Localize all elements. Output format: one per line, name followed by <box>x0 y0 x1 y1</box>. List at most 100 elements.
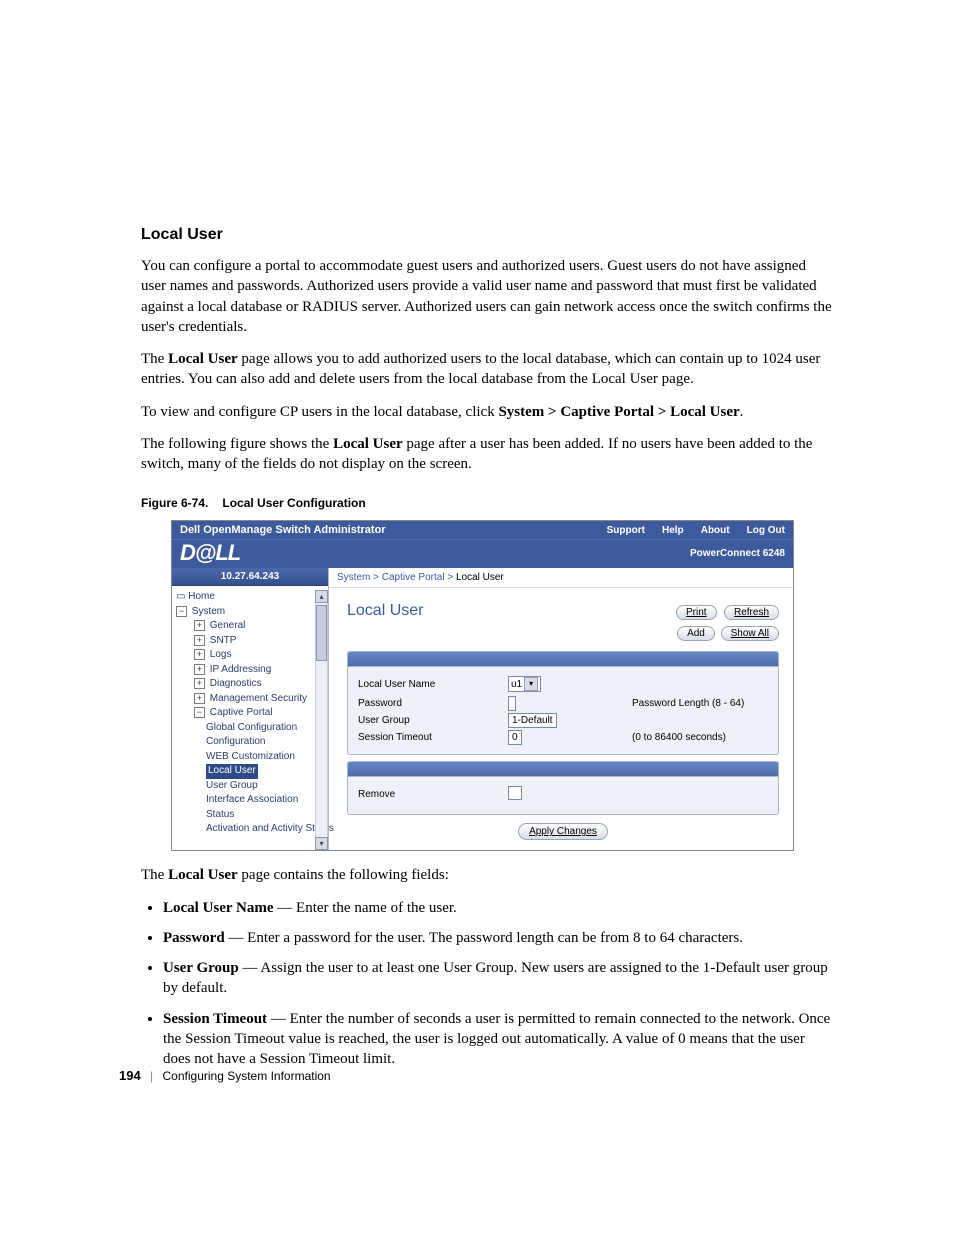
nav-cp-global[interactable]: Global Configuration <box>176 721 328 736</box>
scroll-down-icon[interactable]: ▾ <box>315 837 328 850</box>
remove-checkbox[interactable] <box>508 786 522 800</box>
section-heading: Local User <box>141 226 834 244</box>
figure-title: Local User Configuration <box>222 496 365 510</box>
paragraph-intro: You can configure a portal to accommodat… <box>141 256 834 337</box>
session-timeout-input[interactable]: 0 <box>508 730 522 745</box>
nav-cp-status-label: Status <box>206 809 234 820</box>
nav-diag-label: Diagnostics <box>210 678 262 689</box>
window-title: Dell OpenManage Switch Administrator <box>180 524 386 536</box>
nav-diagnostics[interactable]: + Diagnostics <box>176 677 328 692</box>
field-lead: User Group <box>163 960 239 976</box>
nav-management-security[interactable]: + Management Security <box>176 692 328 707</box>
ip-address: 10.27.64.243 <box>172 568 328 586</box>
scroll-thumb[interactable] <box>316 605 327 661</box>
nav-sntp[interactable]: + SNTP <box>176 634 328 649</box>
text: page allows you to add authorized users … <box>141 351 820 387</box>
nav-cp-local-user[interactable]: Local User <box>176 764 328 779</box>
print-button[interactable]: Print <box>676 605 717 620</box>
nav-system[interactable]: − System <box>176 605 328 620</box>
field-text: — Enter the name of the user. <box>274 900 457 916</box>
nav-cp-interface-assoc[interactable]: Interface Association <box>176 793 328 808</box>
expand-icon[interactable]: + <box>194 620 205 631</box>
label-remove: Remove <box>358 789 508 800</box>
chapter-title: Configuring System Information <box>163 1069 331 1083</box>
nav-sntp-label: SNTP <box>210 635 237 646</box>
nav-captive-portal[interactable]: − Captive Portal <box>176 706 328 721</box>
help-link[interactable]: Help <box>662 525 684 536</box>
expand-icon[interactable]: + <box>194 678 205 689</box>
expand-icon[interactable]: + <box>194 649 205 660</box>
paragraph-localuser-page: The Local User page allows you to add au… <box>141 349 834 390</box>
content-title-row: Local User Print Refresh <box>347 602 779 620</box>
nav-cp-user-group[interactable]: User Group <box>176 779 328 794</box>
nav-cp-conf-label: Configuration <box>206 736 265 747</box>
nav-general[interactable]: + General <box>176 619 328 634</box>
nav-home-label: Home <box>188 591 215 602</box>
screenshot-body: 10.27.64.243 ▴ ▾ ▭ Home − System + Gener… <box>172 568 793 850</box>
nav-home[interactable]: ▭ Home <box>176 590 328 605</box>
nav-cp-group-label: User Group <box>206 780 258 791</box>
term-local-user: Local User <box>168 351 238 367</box>
nav-system-label: System <box>192 606 225 617</box>
nav-cp-status[interactable]: Status <box>176 808 328 823</box>
hint-password-length: Password Length (8 - 64) <box>632 698 744 709</box>
local-user-name-select[interactable]: u1 ▾ <box>508 676 541 692</box>
nav-cp-local-label: Local User <box>206 764 258 779</box>
expand-icon[interactable]: + <box>194 635 205 646</box>
list-item: Local User Name — Enter the name of the … <box>163 898 834 918</box>
field-lead: Local User Name <box>163 900 274 916</box>
password-input[interactable] <box>508 696 516 711</box>
show-all-button[interactable]: Show All <box>721 626 779 641</box>
breadcrumb-current: Local User <box>456 572 504 583</box>
logout-link[interactable]: Log Out <box>747 525 785 536</box>
collapse-icon[interactable]: − <box>194 707 205 718</box>
collapse-icon[interactable]: − <box>176 606 187 617</box>
nav-logs[interactable]: + Logs <box>176 648 328 663</box>
expand-icon[interactable]: + <box>194 664 205 675</box>
breadcrumb-path[interactable]: System > Captive Portal > <box>337 572 456 583</box>
local-user-name-value: u1 <box>511 679 522 690</box>
screenshot-panel: Dell OpenManage Switch Administrator Sup… <box>171 520 794 851</box>
add-button[interactable]: Add <box>677 626 715 641</box>
nav-sidebar: 10.27.64.243 ▴ ▾ ▭ Home − System + Gener… <box>172 568 329 850</box>
label-password: Password <box>358 698 508 709</box>
nav-cp-web-label: WEB Customization <box>206 751 295 762</box>
chevron-down-icon[interactable]: ▾ <box>524 677 538 691</box>
support-link[interactable]: Support <box>607 525 645 536</box>
list-item: Session Timeout — Enter the number of se… <box>163 1009 834 1070</box>
expand-icon[interactable]: + <box>194 693 205 704</box>
nav-logs-label: Logs <box>210 649 232 660</box>
paragraph-navigation: To view and configure CP users in the lo… <box>141 402 834 422</box>
panel-header-strip <box>347 761 779 777</box>
page-title: Local User <box>347 602 423 620</box>
term-local-user: Local User <box>333 436 403 452</box>
apply-changes-button[interactable]: Apply Changes <box>518 823 608 840</box>
form-panel: Local User Name u1 ▾ Password Password L… <box>347 667 779 755</box>
nav-cp-web[interactable]: WEB Customization <box>176 750 328 765</box>
field-lead: Password <box>163 930 225 946</box>
top-links: Support Help About Log Out <box>593 524 785 536</box>
paragraph-figure-ref: The following figure shows the Local Use… <box>141 434 834 475</box>
field-text: — Assign the user to at least one User G… <box>163 960 828 996</box>
nav-path: System > Captive Portal > Local User <box>498 404 739 420</box>
user-group-list[interactable]: 1-Default <box>508 713 557 728</box>
label-session-timeout: Session Timeout <box>358 732 508 743</box>
content-area: System > Captive Portal > Local User Loc… <box>329 568 793 850</box>
nav-ip-addressing[interactable]: + IP Addressing <box>176 663 328 678</box>
refresh-button[interactable]: Refresh <box>724 605 779 620</box>
nav-cp-config[interactable]: Configuration <box>176 735 328 750</box>
label-local-user-name: Local User Name <box>358 679 508 690</box>
nav-cp-assoc-label: Interface Association <box>206 794 298 805</box>
paragraph-fields-intro: The Local User page contains the followi… <box>141 865 834 885</box>
text: To view and configure CP users in the lo… <box>141 404 498 420</box>
about-link[interactable]: About <box>701 525 730 536</box>
figure-caption: Figure 6-74.Local User Configuration <box>141 496 834 510</box>
text: The <box>141 867 168 883</box>
scroll-up-icon[interactable]: ▴ <box>315 590 328 603</box>
nav-cp-activation[interactable]: Activation and Activity Status <box>176 822 328 837</box>
panel-header-strip <box>347 651 779 667</box>
field-text: — Enter a password for the user. The pas… <box>225 930 743 946</box>
text: . <box>740 404 744 420</box>
list-item: User Group — Assign the user to at least… <box>163 958 834 999</box>
hint-session-timeout: (0 to 86400 seconds) <box>632 732 726 743</box>
